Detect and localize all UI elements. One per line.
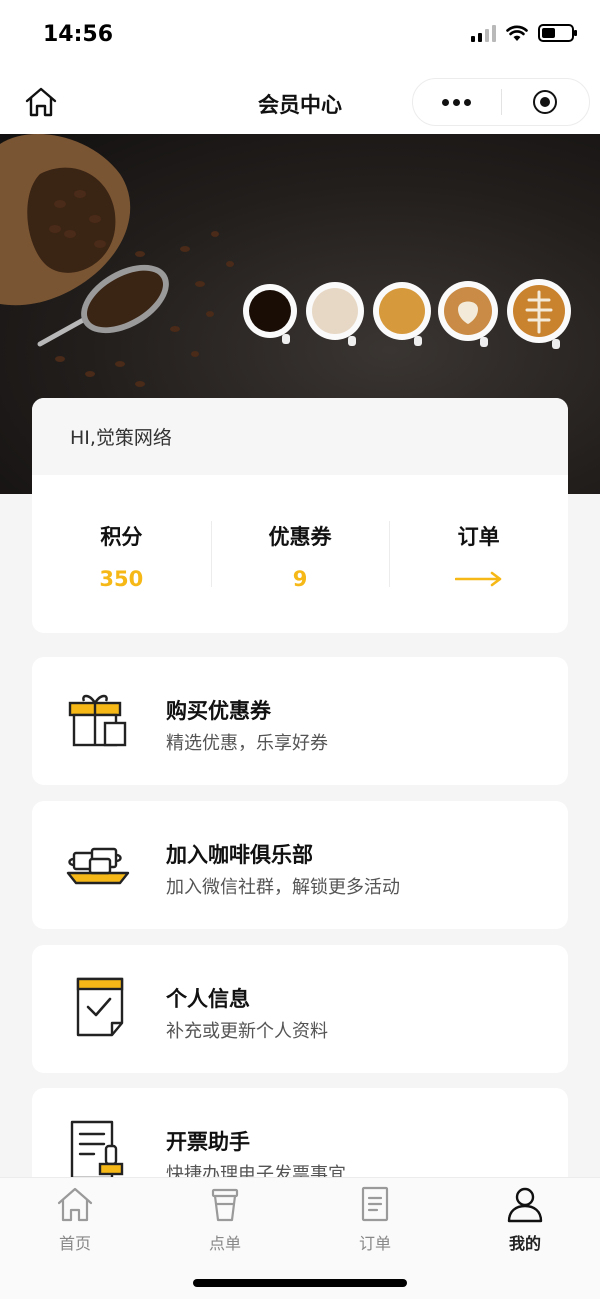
points-stat[interactable]: 积分 350 (32, 521, 211, 591)
buy-coupons-card[interactable]: 购买优惠券 精选优惠，乐享好券 (32, 657, 568, 785)
arrow-right-icon (454, 571, 501, 587)
coffee-club-subtitle: 加入微信社群，解锁更多活动 (166, 877, 400, 898)
tab-profile[interactable]: 我的 (450, 1184, 600, 1254)
nav-bar: 会员中心 (0, 70, 600, 134)
personal-info-title: 个人信息 (166, 987, 250, 1011)
points-label: 积分 (100, 525, 143, 549)
orders-stat[interactable]: 订单 (389, 521, 568, 587)
tab-orders[interactable]: 订单 (300, 1184, 450, 1254)
user-icon (507, 1187, 543, 1223)
buy-coupons-subtitle: 精选优惠，乐享好券 (166, 733, 328, 754)
gift-box-icon (68, 694, 127, 747)
tab-home[interactable]: 首页 (0, 1184, 150, 1254)
member-stats: 积分 350 优惠券 9 订单 (32, 475, 568, 633)
tab-order[interactable]: 点单 (150, 1184, 300, 1254)
status-time: 14:56 (43, 22, 114, 47)
member-card: HI,觉策网络 积分 350 优惠券 9 订单 (32, 398, 568, 633)
battery-icon (538, 24, 577, 42)
mini-program-capsule (412, 78, 590, 126)
invoice-title: 开票助手 (166, 1130, 250, 1154)
tab-order-label: 点单 (208, 1234, 241, 1253)
coffee-cups-tray-icon (66, 847, 130, 885)
close-target-icon[interactable] (502, 90, 590, 114)
points-value: 350 (99, 567, 144, 591)
home-indicator[interactable] (193, 1279, 407, 1287)
buy-coupons-title: 购买优惠券 (166, 699, 271, 723)
wifi-icon (506, 25, 528, 41)
coupons-stat[interactable]: 优惠券 9 (210, 521, 390, 591)
personal-info-card[interactable]: 个人信息 补充或更新个人资料 (32, 945, 568, 1073)
greeting: HI,觉策网络 (32, 398, 568, 475)
orders-label: 订单 (457, 525, 500, 549)
cup-icon (211, 1188, 239, 1222)
more-icon[interactable] (413, 98, 501, 106)
home-icon (57, 1187, 93, 1222)
checklist-note-icon (76, 977, 124, 1037)
document-icon (361, 1186, 389, 1222)
status-icons (471, 24, 577, 42)
coffee-club-card[interactable]: 加入咖啡俱乐部 加入微信社群，解锁更多活动 (32, 801, 568, 929)
coffee-club-title: 加入咖啡俱乐部 (166, 843, 313, 867)
coupons-label: 优惠券 (268, 525, 332, 549)
invoice-icon (70, 1120, 124, 1180)
status-bar: 14:56 (0, 0, 600, 70)
personal-info-subtitle: 补充或更新个人资料 (166, 1021, 328, 1042)
cellular-signal-icon (471, 24, 496, 42)
tab-orders-label: 订单 (358, 1234, 391, 1253)
tab-home-label: 首页 (58, 1234, 91, 1253)
tab-profile-label: 我的 (508, 1234, 541, 1253)
coupons-value: 9 (292, 567, 308, 591)
